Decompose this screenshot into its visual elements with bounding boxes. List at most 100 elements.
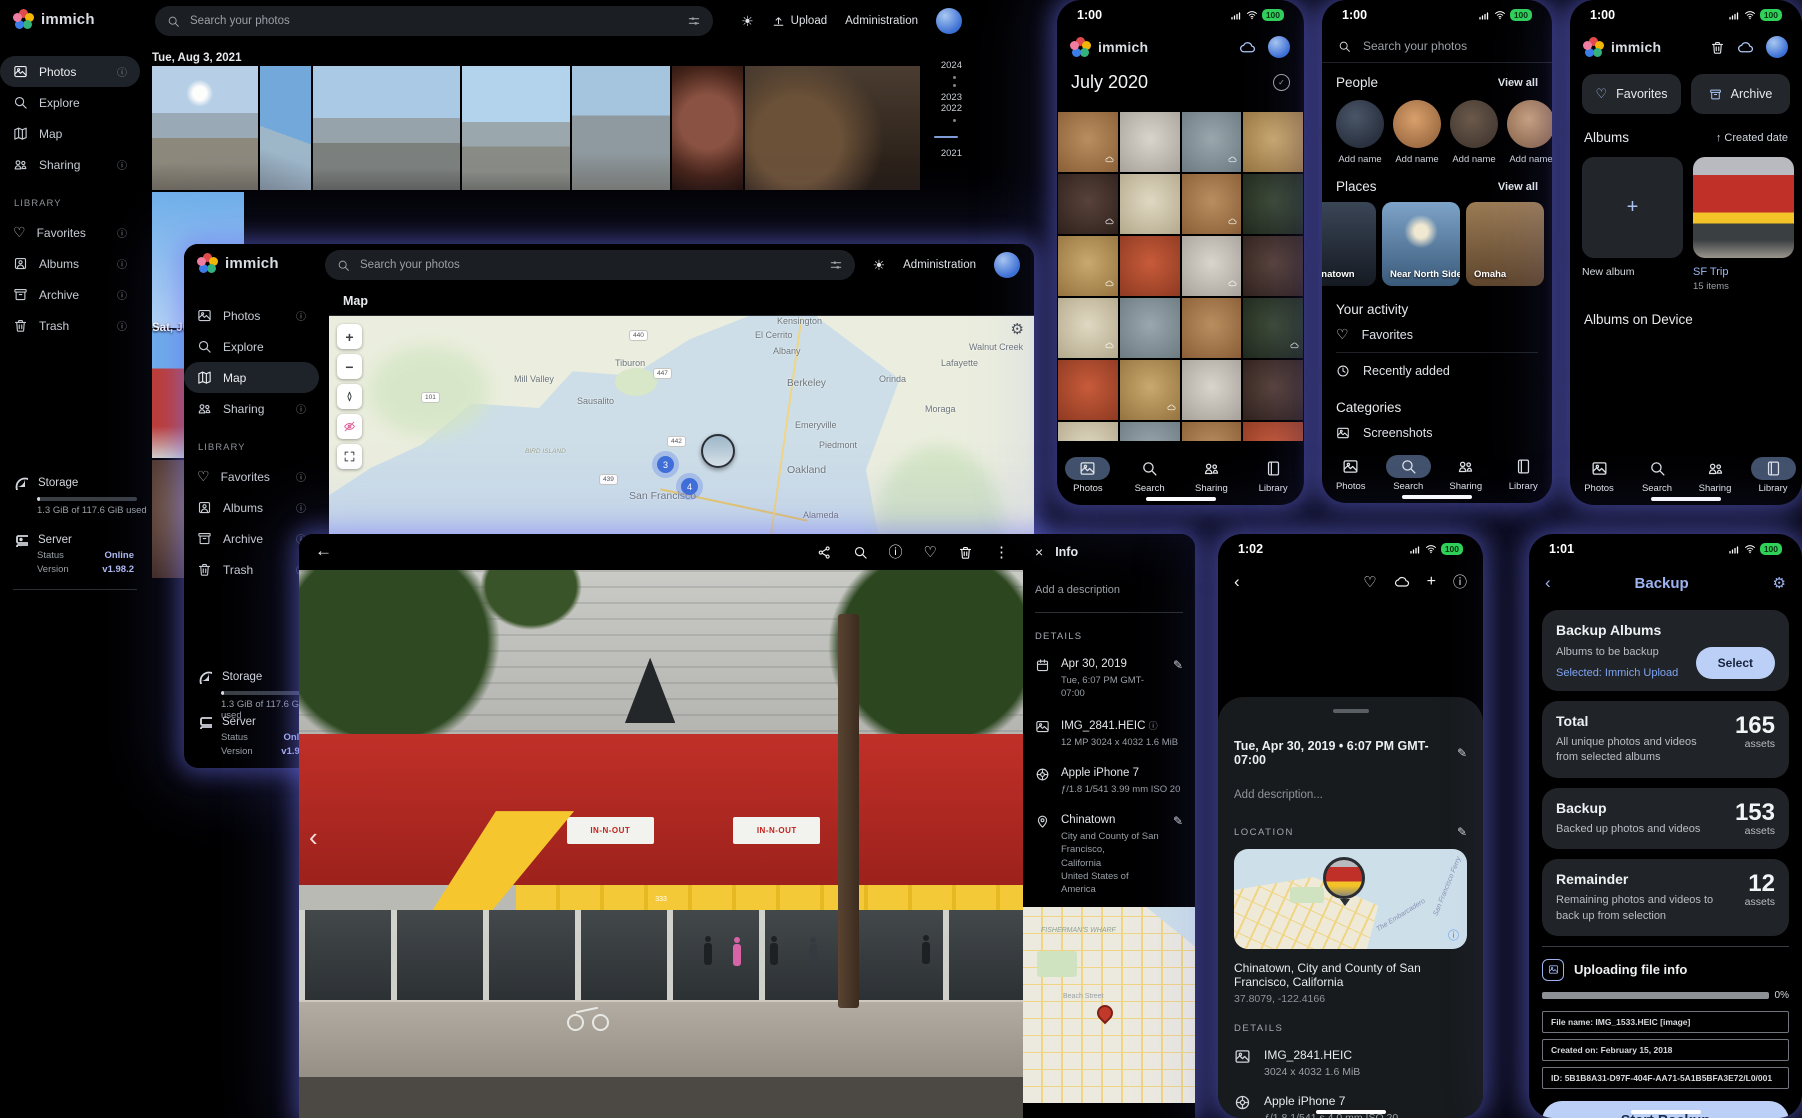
person-item[interactable]: Add name <box>1507 100 1552 165</box>
zoom-in-button[interactable]: + <box>337 324 362 349</box>
photo-thumbnail[interactable] <box>672 66 743 190</box>
compass-button[interactable] <box>337 384 362 409</box>
photo-thumbnail[interactable] <box>1120 422 1180 441</box>
new-album-card[interactable]: + New album <box>1582 157 1683 292</box>
user-avatar[interactable] <box>936 8 962 34</box>
share-icon[interactable] <box>817 545 832 560</box>
photo-thumbnail[interactable] <box>1120 236 1180 296</box>
edit-location-icon[interactable]: ✎ <box>1173 814 1183 896</box>
view-all-link[interactable]: View all <box>1498 77 1538 89</box>
location-map-card[interactable]: The Embarcadero San Francisco Ferry ⓘ <box>1234 849 1467 949</box>
sidebar-item-explore[interactable]: Explore <box>0 87 140 118</box>
delete-ic[interactable] <box>958 545 973 560</box>
photo-thumbnail[interactable] <box>1243 236 1303 296</box>
place-card[interactable]: Near North Side <box>1382 202 1460 286</box>
person-item[interactable]: Add name <box>1393 100 1441 165</box>
photo-thumbnail[interactable] <box>313 66 460 190</box>
photo-thumbnail[interactable] <box>1058 422 1118 441</box>
photo-thumbnail[interactable] <box>1058 174 1118 234</box>
photo-thumbnail[interactable] <box>1182 298 1242 358</box>
edit-location-icon[interactable]: ✎ <box>1457 825 1467 839</box>
description-field[interactable]: Add description... <box>1234 789 1467 801</box>
map-cluster[interactable]: 4 <box>681 478 698 495</box>
favorite-heart-icon[interactable]: ♡ <box>924 543 937 561</box>
photo-thumbnail[interactable] <box>1182 174 1242 234</box>
sidebar-item-favorites[interactable]: ♡ Favoritesⓘ <box>0 217 140 248</box>
favorite-heart-icon[interactable]: ♡ <box>1363 573 1376 591</box>
sidebar-item-map[interactable]: Map <box>0 118 140 149</box>
info-icon[interactable]: ⓘ <box>117 287 127 302</box>
select-all-check-icon[interactable]: ✓ <box>1273 74 1290 91</box>
filter-sliders-icon[interactable] <box>829 258 843 272</box>
photo-thumbnail[interactable] <box>1243 174 1303 234</box>
trash-icon[interactable] <box>1710 40 1725 55</box>
zoom-out-button[interactable]: − <box>337 354 362 379</box>
sidebar-item-photos[interactable]: Photosⓘ <box>184 300 319 331</box>
nav-sharing[interactable]: Sharing <box>1437 455 1495 492</box>
place-card[interactable]: Omaha <box>1466 202 1544 286</box>
back-arrow-icon[interactable]: ← <box>315 541 332 561</box>
filter-sliders-icon[interactable] <box>687 14 701 28</box>
timeline-scrubber[interactable]: 2024 2023 2022 2021 <box>928 60 962 159</box>
theme-toggle-icon[interactable]: ☀ <box>873 257 886 274</box>
nav-library[interactable]: Library <box>1495 455 1553 492</box>
info-icon[interactable]: ⓘ <box>117 64 127 79</box>
user-avatar[interactable] <box>994 252 1020 278</box>
sidebar-item-map[interactable]: Map <box>184 362 319 393</box>
search-input[interactable]: Search your photos <box>1322 30 1552 63</box>
recently-added-row[interactable]: Recently added <box>1336 353 1538 388</box>
info-icon[interactable]: ⓘ <box>1453 572 1467 592</box>
archive-button[interactable]: Archive <box>1691 74 1790 114</box>
photo-thumbnail[interactable] <box>1243 298 1303 358</box>
nav-photos[interactable]: Photos <box>1322 455 1380 492</box>
hide-markers-button[interactable] <box>337 414 362 439</box>
fullscreen-button[interactable] <box>337 444 362 469</box>
add-to-icon[interactable]: + <box>1427 573 1436 591</box>
previous-photo-chevron[interactable]: ‹ <box>309 822 318 853</box>
cloud-download-icon[interactable] <box>1394 574 1410 590</box>
nav-library[interactable]: Library <box>1242 457 1304 494</box>
select-button[interactable]: Select <box>1696 647 1775 679</box>
info-icon[interactable]: ⓘ <box>1149 721 1158 731</box>
photo-thumbnail[interactable] <box>1243 112 1303 172</box>
cloud-sync-icon[interactable] <box>1737 39 1754 56</box>
photo-thumbnail[interactable] <box>1182 360 1242 420</box>
sidebar-item-photos[interactable]: Photosⓘ <box>0 56 140 87</box>
info-icon[interactable]: ⓘ <box>296 401 306 416</box>
cloud-sync-icon[interactable] <box>1239 39 1256 56</box>
info-icon[interactable]: ⓘ <box>296 469 306 484</box>
favorites-row[interactable]: ♡ Favorites <box>1336 317 1538 352</box>
photo-thumbnail[interactable] <box>1120 174 1180 234</box>
photo-thumbnail[interactable] <box>260 66 311 190</box>
photo-thumbnail[interactable] <box>1243 360 1303 420</box>
sidebar-item-sharing[interactable]: Sharingⓘ <box>184 393 319 424</box>
nav-search[interactable]: Search <box>1628 457 1686 494</box>
edit-date-icon[interactable]: ✎ <box>1457 746 1467 760</box>
photo-thumbnail[interactable] <box>745 66 920 190</box>
photo-thumbnail[interactable] <box>1182 422 1242 441</box>
info-icon[interactable]: ⓘ <box>117 157 127 172</box>
map-info-icon[interactable]: ⓘ <box>1448 927 1459 943</box>
search-input[interactable]: Search your photos <box>155 6 713 36</box>
close-icon[interactable]: × <box>1035 544 1043 560</box>
photo-thumbnail[interactable] <box>1058 360 1118 420</box>
view-all-link[interactable]: View all <box>1498 181 1538 193</box>
info-icon[interactable]: ⓘ <box>296 500 306 515</box>
user-avatar[interactable] <box>1268 36 1290 58</box>
sidebar-item-sharing[interactable]: Sharingⓘ <box>0 149 140 180</box>
sidebar-item-explore[interactable]: Explore <box>184 331 319 362</box>
info-icon[interactable]: ⓘ <box>117 318 127 333</box>
map-photo-marker[interactable] <box>701 434 735 468</box>
place-card[interactable]: Chinatown <box>1322 202 1376 286</box>
photo-area[interactable] <box>1218 600 1483 697</box>
theme-toggle-icon[interactable]: ☀ <box>741 13 754 30</box>
map-cluster[interactable]: 3 <box>657 456 674 473</box>
nav-photos[interactable]: Photos <box>1570 457 1628 494</box>
info-icon[interactable]: ⓘ <box>296 308 306 323</box>
sidebar-item-trash[interactable]: Trashⓘ <box>0 310 140 341</box>
upload-button[interactable]: Upload <box>772 15 827 28</box>
sidebar-item-albums[interactable]: Albumsⓘ <box>0 248 140 279</box>
album-card[interactable]: SF Trip 15 items <box>1693 157 1794 292</box>
immich-logo[interactable]: immich <box>198 253 279 273</box>
administration-link[interactable]: Administration <box>845 15 918 27</box>
